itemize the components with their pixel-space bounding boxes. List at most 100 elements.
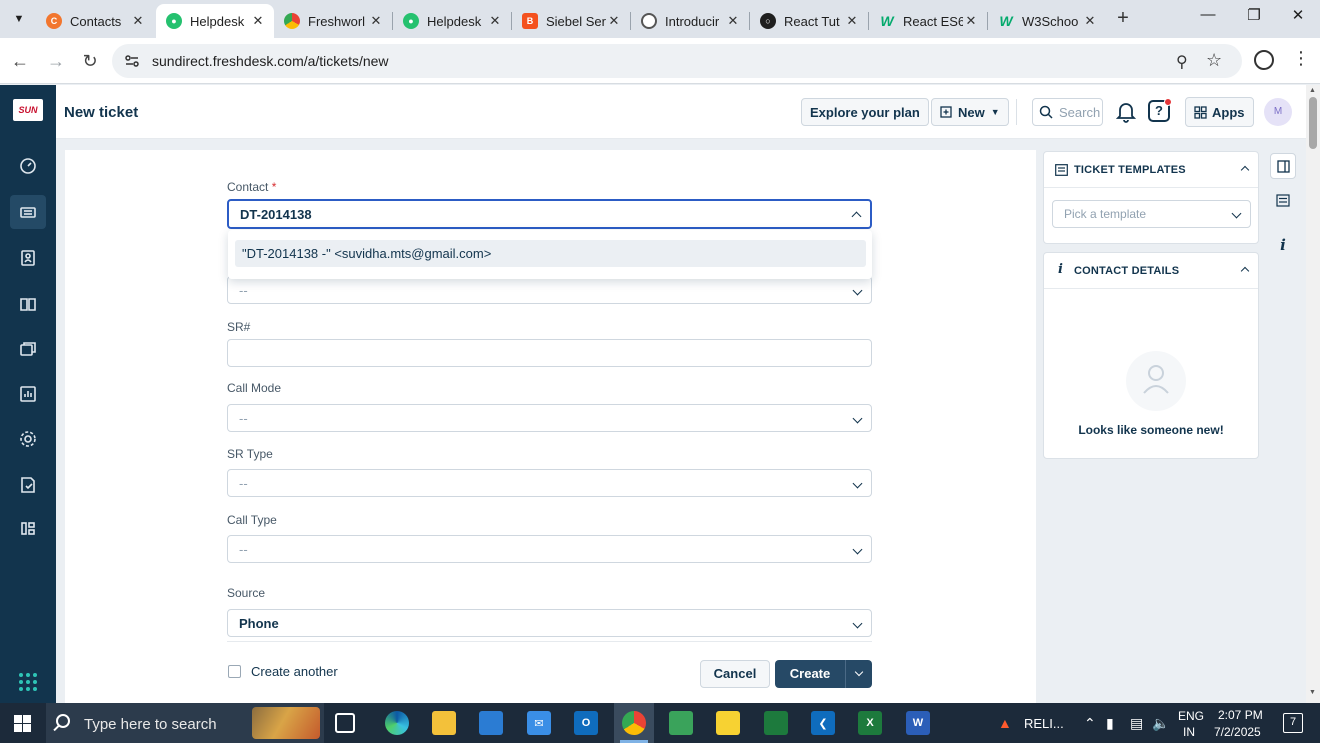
product-switcher-icon[interactable] [19, 673, 37, 691]
reliance-app-icon[interactable]: ▲ [998, 715, 1012, 731]
minimize-icon[interactable]: — [1194, 6, 1222, 32]
close-icon[interactable]: ✕ [250, 13, 266, 29]
tickets-icon[interactable] [10, 195, 46, 229]
url-omnibox[interactable]: sundirect.freshdesk.com/a/tickets/new ⚲ … [112, 44, 1242, 78]
close-icon[interactable]: ✕ [844, 13, 860, 29]
browser-tab[interactable]: Introducir ✕ [631, 4, 749, 38]
create-another-label[interactable]: Create another [251, 664, 338, 679]
admin-gear-icon[interactable] [10, 422, 46, 456]
info-rail-icon[interactable]: i [1270, 232, 1296, 258]
create-options-toggle[interactable] [845, 660, 872, 688]
chevron-up-icon[interactable] [1240, 165, 1250, 175]
tray-overflow-chevron-icon[interactable]: ⌃ [1084, 715, 1096, 732]
sticky-notes-icon[interactable] [716, 711, 740, 735]
reload-icon[interactable]: ↻ [78, 49, 102, 73]
scrollbar-thumb[interactable] [1309, 97, 1317, 149]
new-button[interactable]: New ▼ [931, 98, 1009, 126]
battery-icon[interactable]: ▮ [1106, 715, 1114, 732]
new-tab-plus-icon[interactable]: + [1112, 8, 1134, 30]
browser-profile-icon[interactable] [1254, 50, 1274, 70]
outlook-icon[interactable]: O [574, 711, 598, 735]
tasks-icon[interactable] [10, 468, 46, 502]
taskbar-search-box[interactable]: Type here to search [46, 703, 324, 743]
chevron-up-icon[interactable] [851, 211, 862, 222]
tab-search-chevron-icon[interactable]: ▼ [8, 8, 30, 30]
zoom-icon[interactable]: ⚲ [1176, 52, 1188, 72]
window-close-icon[interactable]: ✕ [1284, 6, 1312, 32]
microsoft-store-icon[interactable] [479, 711, 503, 735]
close-icon[interactable]: ✕ [130, 13, 146, 29]
global-search-input[interactable]: Search [1032, 98, 1103, 126]
spreadsheet-app-icon[interactable] [764, 711, 788, 735]
sun-direct-logo[interactable]: SUN [13, 99, 43, 121]
browser-tab[interactable]: B Siebel Ser ✕ [512, 4, 630, 38]
contact-input[interactable]: DT-2014138 [227, 199, 872, 229]
source-select[interactable]: Phone [227, 609, 872, 637]
browser-tab[interactable]: C Contacts ✕ [36, 4, 154, 38]
restore-icon[interactable]: ❐ [1240, 6, 1268, 32]
back-arrow-icon[interactable]: ← [8, 49, 32, 73]
vscode-icon[interactable]: ❮ [811, 711, 835, 735]
browser-menu-icon[interactable]: ⋮ [1292, 48, 1310, 69]
network-icon[interactable]: ▤ [1130, 715, 1143, 732]
page-scrollbar[interactable]: ▲ ▼ [1306, 85, 1320, 703]
mail-icon[interactable]: ✉ [527, 711, 551, 735]
contact-suggestion-option[interactable]: "DT-2014138 -" <suvidha.mts@gmail.com> [235, 240, 866, 267]
site-settings-icon[interactable] [124, 53, 140, 69]
forward-arrow-icon[interactable]: → [44, 49, 68, 73]
remote-desktop-icon[interactable] [669, 711, 693, 735]
sidebar-toggle-icon[interactable] [1270, 153, 1296, 179]
clock-time[interactable]: 2:07 PM [1218, 708, 1263, 722]
file-explorer-icon[interactable] [432, 711, 456, 735]
word-icon[interactable]: W [906, 711, 930, 735]
close-icon[interactable]: ✕ [606, 13, 622, 29]
close-icon[interactable]: ✕ [963, 13, 979, 29]
speaker-muted-icon[interactable]: 🔈 [1152, 715, 1169, 732]
clock-date[interactable]: 7/2/2025 [1214, 725, 1261, 739]
close-icon[interactable]: ✕ [368, 13, 384, 29]
chevron-up-icon[interactable] [1240, 266, 1250, 276]
call-type-select[interactable]: -- [227, 535, 872, 563]
language-line2[interactable]: IN [1183, 725, 1195, 739]
excel-icon[interactable]: X [858, 711, 882, 735]
browser-tab-active[interactable]: ● Helpdesk ✕ [156, 4, 274, 38]
sr-type-select[interactable]: -- [227, 469, 872, 497]
language-line1[interactable]: ENG [1178, 709, 1204, 723]
bookmark-star-icon[interactable]: ☆ [1206, 50, 1222, 71]
knowledge-base-icon[interactable] [10, 287, 46, 321]
ticket-templates-header[interactable]: TICKET TEMPLATES [1044, 152, 1258, 188]
apps-button[interactable]: Apps [1185, 97, 1254, 127]
browser-tab[interactable]: ● Helpdesk ✕ [393, 4, 511, 38]
edge-browser-icon[interactable] [385, 711, 409, 735]
template-rail-icon[interactable] [1270, 187, 1296, 213]
browser-tab[interactable]: W W3Schoo ✕ [988, 4, 1106, 38]
apps-icon[interactable] [10, 512, 46, 546]
browser-tab[interactable]: W React ES6 ✕ [869, 4, 987, 38]
explore-plan-button[interactable]: Explore your plan [801, 98, 929, 126]
close-icon[interactable]: ✕ [487, 13, 503, 29]
create-another-checkbox[interactable] [228, 665, 241, 678]
contacts-icon[interactable] [10, 241, 46, 275]
create-button[interactable]: Create [775, 660, 872, 688]
browser-tab[interactable]: ○ React Tut ✕ [750, 4, 868, 38]
user-avatar[interactable]: M [1264, 98, 1292, 126]
scroll-up-arrow-icon[interactable]: ▲ [1309, 87, 1316, 94]
template-select[interactable]: Pick a template [1052, 200, 1251, 228]
contact-details-header[interactable]: i CONTACT DETAILS [1044, 253, 1258, 289]
call-mode-select[interactable]: -- [227, 404, 872, 432]
notifications-bell-icon[interactable] [1116, 101, 1136, 123]
scroll-down-arrow-icon[interactable]: ▼ [1309, 689, 1316, 696]
windows-start-icon[interactable] [14, 715, 31, 732]
notification-center-icon[interactable]: 7 [1283, 713, 1303, 733]
hidden-select-field[interactable]: -- [227, 276, 872, 304]
task-view-icon[interactable] [335, 713, 355, 733]
cancel-button[interactable]: Cancel [700, 660, 770, 688]
sr-number-input[interactable] [227, 339, 872, 367]
dashboard-icon[interactable] [10, 149, 46, 183]
forums-icon[interactable] [10, 332, 46, 366]
chrome-icon[interactable] [622, 711, 646, 735]
browser-tab[interactable]: Freshworl ✕ [274, 4, 392, 38]
close-icon[interactable]: ✕ [725, 13, 741, 29]
reports-icon[interactable] [10, 377, 46, 411]
reliance-app-label[interactable]: RELI... [1024, 716, 1064, 731]
